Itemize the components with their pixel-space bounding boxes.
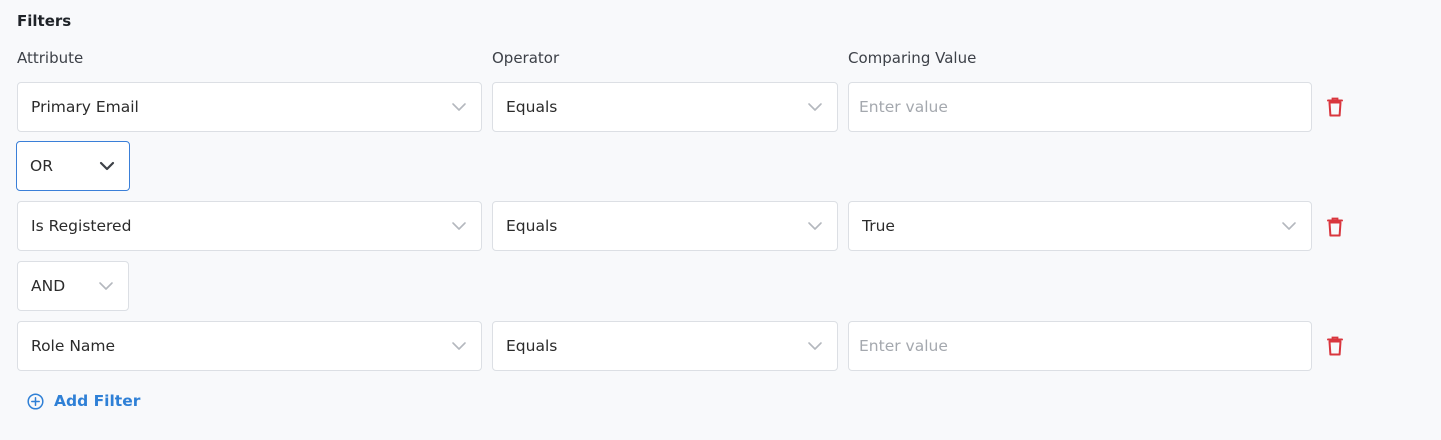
chevron-down-icon	[451, 218, 467, 234]
filter-row-1-delete-button[interactable]	[1326, 97, 1344, 117]
filter-row-2-attribute-select[interactable]: Is Registered	[17, 201, 482, 251]
chevron-down-icon	[807, 338, 823, 354]
filter-row-3-attribute-select[interactable]: Role Name	[17, 321, 482, 371]
logic-operator-select-and[interactable]: AND	[17, 261, 129, 311]
operator-value: Equals	[506, 217, 558, 235]
filter-row-2-operator-select[interactable]: Equals	[492, 201, 838, 251]
chevron-down-icon	[807, 99, 823, 115]
filter-row-1-operator-select[interactable]: Equals	[492, 82, 838, 132]
attribute-column-label: Attribute	[17, 49, 84, 67]
logic-operator-value: AND	[31, 277, 66, 295]
operator-value: Equals	[506, 337, 558, 355]
add-filter-button[interactable]: Add Filter	[27, 392, 140, 410]
filter-row-3-operator-select[interactable]: Equals	[492, 321, 838, 371]
comparing-value-input[interactable]	[859, 98, 1297, 116]
filter-row-1-attribute-select[interactable]: Primary Email	[17, 82, 482, 132]
filter-row-1-value-field[interactable]	[848, 82, 1312, 132]
filter-row-3-delete-button[interactable]	[1326, 336, 1344, 356]
chevron-down-icon	[451, 338, 467, 354]
operator-column-label: Operator	[492, 49, 560, 67]
attribute-value: Role Name	[31, 337, 116, 355]
comparing-value: True	[862, 217, 895, 235]
filter-row-2-delete-button[interactable]	[1326, 217, 1344, 237]
attribute-value: Is Registered	[31, 217, 132, 235]
trash-icon	[1327, 217, 1343, 237]
add-filter-label: Add Filter	[54, 392, 141, 410]
filters-title: Filters	[17, 12, 72, 30]
chevron-down-icon	[807, 218, 823, 234]
circle-plus-icon	[27, 392, 44, 410]
logic-operator-select-or[interactable]: OR	[16, 141, 130, 191]
trash-icon	[1327, 97, 1343, 117]
chevron-down-icon	[98, 277, 114, 295]
filter-row-2-value-select[interactable]: True	[848, 201, 1312, 251]
comparing-value-input[interactable]	[859, 337, 1297, 355]
chevron-down-icon	[1281, 218, 1297, 234]
filter-row-3-value-field[interactable]	[848, 321, 1312, 371]
logic-operator-value: OR	[30, 157, 53, 175]
trash-icon	[1327, 336, 1343, 356]
attribute-value: Primary Email	[31, 98, 139, 116]
operator-value: Equals	[506, 98, 558, 116]
comparing-value-column-label: Comparing Value	[848, 49, 977, 67]
chevron-down-icon	[451, 99, 467, 115]
chevron-down-icon	[99, 157, 115, 175]
